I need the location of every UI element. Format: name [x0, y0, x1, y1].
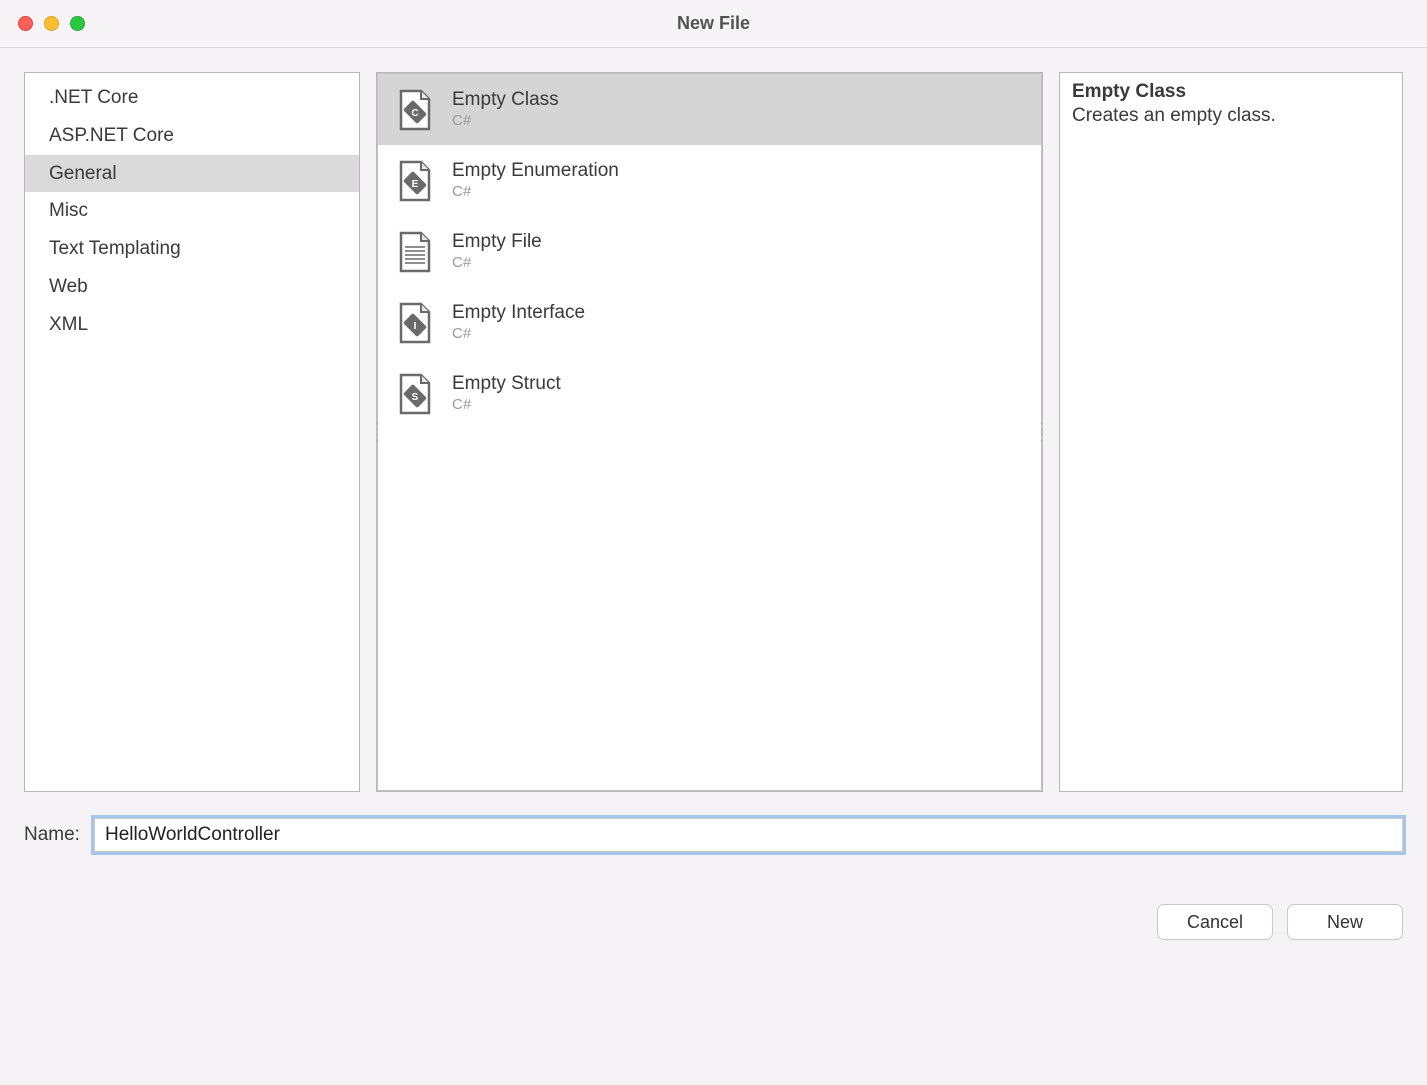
template-item-empty-interface[interactable]: I Empty Interface C#	[378, 287, 1041, 358]
template-subtitle: C#	[452, 183, 619, 202]
name-label: Name:	[24, 824, 80, 846]
category-panel: .NET Core ASP.NET Core General Misc Text…	[24, 72, 360, 792]
enum-file-icon: E	[392, 158, 437, 203]
template-title: Empty Struct	[452, 372, 561, 396]
template-subtitle: C#	[452, 396, 561, 415]
category-item-general[interactable]: General	[25, 155, 359, 193]
category-item-xml[interactable]: XML	[25, 306, 359, 344]
template-subtitle: C#	[452, 325, 585, 344]
template-item-empty-file[interactable]: Empty File C#	[378, 216, 1041, 287]
description-title: Empty Class	[1072, 81, 1390, 103]
category-item-aspnet-core[interactable]: ASP.NET Core	[25, 117, 359, 155]
text-file-icon	[392, 229, 437, 274]
columns-container: .NET Core ASP.NET Core General Misc Text…	[24, 72, 1403, 792]
new-button[interactable]: New	[1287, 904, 1403, 940]
minimize-window-button[interactable]	[44, 16, 59, 31]
cancel-button[interactable]: Cancel	[1157, 904, 1273, 940]
description-text: Creates an empty class.	[1072, 105, 1390, 127]
svg-text:E: E	[411, 179, 418, 190]
template-title: Empty Class	[452, 88, 559, 112]
category-item-misc[interactable]: Misc	[25, 192, 359, 230]
dialog-content: .NET Core ASP.NET Core General Misc Text…	[0, 48, 1427, 1085]
close-window-button[interactable]	[18, 16, 33, 31]
template-item-empty-class[interactable]: C Empty Class C#	[378, 74, 1041, 145]
titlebar: New File	[0, 0, 1427, 48]
svg-text:S: S	[411, 392, 418, 403]
name-row: Name:	[24, 818, 1403, 852]
svg-text:I: I	[413, 321, 416, 332]
template-item-empty-struct[interactable]: S Empty Struct C#	[378, 358, 1041, 429]
template-subtitle: C#	[452, 112, 559, 131]
category-item-text-templating[interactable]: Text Templating	[25, 230, 359, 268]
template-item-empty-enumeration[interactable]: E Empty Enumeration C#	[378, 145, 1041, 216]
window-controls	[0, 16, 85, 31]
class-file-icon: C	[392, 87, 437, 132]
template-title: Empty Interface	[452, 301, 585, 325]
category-item-dotnet-core[interactable]: .NET Core	[25, 79, 359, 117]
template-title: Empty Enumeration	[452, 159, 619, 183]
category-item-web[interactable]: Web	[25, 268, 359, 306]
description-panel: Empty Class Creates an empty class.	[1059, 72, 1403, 792]
name-input[interactable]	[94, 818, 1403, 852]
interface-file-icon: I	[392, 300, 437, 345]
template-subtitle: C#	[452, 254, 542, 273]
buttons-row: Cancel New	[24, 904, 1403, 940]
templates-panel: C Empty Class C# E	[376, 72, 1043, 792]
svg-text:C: C	[411, 108, 418, 119]
template-title: Empty File	[452, 230, 542, 254]
zoom-window-button[interactable]	[70, 16, 85, 31]
window-title: New File	[0, 13, 1427, 34]
struct-file-icon: S	[392, 371, 437, 416]
